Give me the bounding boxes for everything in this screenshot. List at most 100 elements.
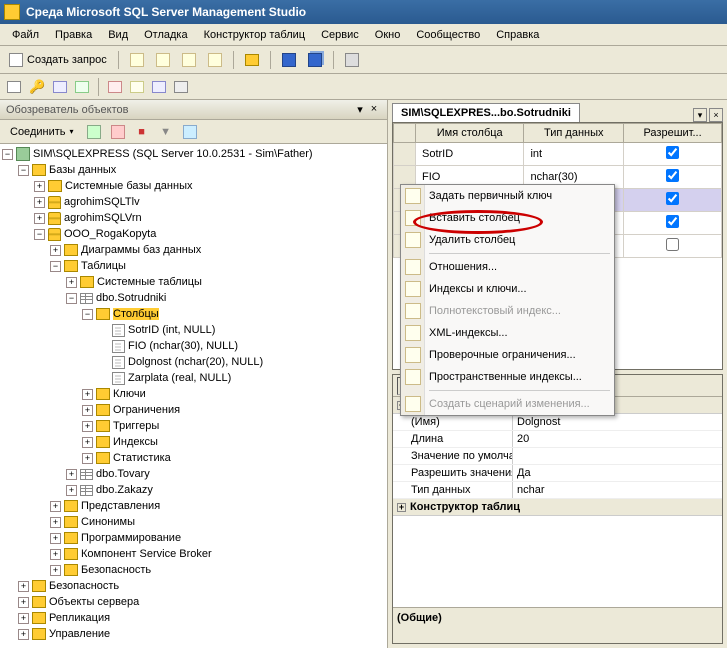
pin-icon[interactable]: ▾ (353, 103, 367, 117)
expand-icon[interactable]: + (18, 581, 29, 592)
activity-button[interactable] (340, 49, 364, 71)
tree-table-tovary[interactable]: +dbo.Tovary (2, 466, 385, 482)
explorer-stop-button[interactable]: ■ (132, 122, 152, 142)
expand-icon[interactable]: + (18, 597, 29, 608)
toolbar-btn-4[interactable] (203, 49, 227, 71)
prop-row[interactable]: Разрешить значения NДа (393, 465, 722, 482)
expand-icon[interactable]: + (50, 245, 61, 256)
col-header-null[interactable]: Разрешит... (624, 124, 722, 143)
expand-icon[interactable]: + (18, 613, 29, 624)
tree-stats[interactable]: +Статистика (2, 450, 385, 466)
document-tab[interactable]: SIM\SQLEXPRES...bo.Sotrudniki (392, 103, 580, 122)
designer-btn-pk[interactable]: 🔑 (26, 77, 48, 97)
tab-close-icon[interactable]: × (709, 108, 723, 122)
expand-icon[interactable]: + (82, 405, 93, 416)
expand-icon[interactable]: + (82, 389, 93, 400)
explorer-refresh-button[interactable] (84, 122, 104, 142)
tree-db[interactable]: +agrohimSQLTlv (2, 194, 385, 210)
collapse-icon[interactable]: − (50, 261, 61, 272)
menu-help[interactable]: Справка (488, 27, 547, 43)
ctx-spatial-indexes[interactable]: Пространственные индексы... (401, 366, 614, 388)
explorer-filter-button[interactable]: ▼ (156, 122, 176, 142)
expand-icon[interactable]: + (34, 213, 45, 224)
prop-value[interactable]: Dolgnost (513, 414, 722, 430)
collapse-icon[interactable]: − (34, 229, 45, 240)
ctx-check-constraints[interactable]: Проверочные ограничения... (401, 344, 614, 366)
designer-btn-1[interactable] (4, 77, 24, 97)
designer-btn-8[interactable] (171, 77, 191, 97)
table-row[interactable]: SotrIDint (394, 143, 722, 166)
tree-server[interactable]: −SIM\SQLEXPRESS (SQL Server 10.0.2531 - … (2, 146, 385, 162)
menu-debug[interactable]: Отладка (136, 27, 195, 43)
explorer-report-button[interactable] (180, 122, 200, 142)
ctx-xml-indexes[interactable]: XML-индексы... (401, 322, 614, 344)
expand-icon[interactable]: + (50, 549, 61, 560)
prop-category-designer[interactable]: +Конструктор таблиц (393, 499, 722, 516)
tree-constraints[interactable]: +Ограничения (2, 402, 385, 418)
prop-value[interactable]: nchar (513, 482, 722, 498)
cell-name[interactable]: SotrID (416, 143, 524, 166)
tree-db[interactable]: +agrohimSQLVrn (2, 210, 385, 226)
new-query-button[interactable]: Создать запрос (4, 49, 112, 71)
tree-broker[interactable]: +Компонент Service Broker (2, 546, 385, 562)
menu-service[interactable]: Сервис (313, 27, 367, 43)
connect-button[interactable]: Соединить (4, 124, 80, 140)
row-header[interactable] (394, 143, 416, 166)
prop-row[interactable]: Тип данныхnchar (393, 482, 722, 499)
designer-btn-6[interactable] (127, 77, 147, 97)
cell-null[interactable] (624, 189, 722, 212)
designer-btn-4[interactable] (72, 77, 92, 97)
expand-icon[interactable]: + (34, 181, 45, 192)
designer-btn-3[interactable] (50, 77, 70, 97)
explorer-disconnect-button[interactable] (108, 122, 128, 142)
tree-keys[interactable]: +Ключи (2, 386, 385, 402)
tree-db-security[interactable]: +Безопасность (2, 562, 385, 578)
expand-icon[interactable]: + (50, 517, 61, 528)
expand-icon[interactable]: + (50, 565, 61, 576)
tree-tables[interactable]: −Таблицы (2, 258, 385, 274)
collapse-icon[interactable]: − (18, 165, 29, 176)
prop-value[interactable]: Да (513, 465, 722, 481)
save-button[interactable] (277, 49, 301, 71)
tree-diagrams[interactable]: +Диаграммы баз данных (2, 242, 385, 258)
tree-synonyms[interactable]: +Синонимы (2, 514, 385, 530)
toolbar-btn-2[interactable] (151, 49, 175, 71)
tree-sysdb[interactable]: +Системные базы данных (2, 178, 385, 194)
expand-icon[interactable]: + (34, 197, 45, 208)
tree-columns[interactable]: −Столбцы (2, 306, 385, 322)
tab-dropdown-icon[interactable]: ▾ (693, 108, 707, 122)
toolbar-btn-3[interactable] (177, 49, 201, 71)
cell-type[interactable]: int (524, 143, 624, 166)
ctx-relations[interactable]: Отношения... (401, 256, 614, 278)
tree-table-zakazy[interactable]: +dbo.Zakazy (2, 482, 385, 498)
prop-value[interactable] (513, 448, 722, 464)
tree-replication[interactable]: +Репликация (2, 610, 385, 626)
collapse-icon[interactable]: − (82, 309, 93, 320)
menu-edit[interactable]: Правка (47, 27, 100, 43)
tree-triggers[interactable]: +Триггеры (2, 418, 385, 434)
expand-icon[interactable]: + (50, 533, 61, 544)
expand-icon[interactable]: + (66, 485, 77, 496)
tree-views[interactable]: +Представления (2, 498, 385, 514)
tree-management[interactable]: +Управление (2, 626, 385, 642)
tree-indexes[interactable]: +Индексы (2, 434, 385, 450)
cell-null[interactable] (624, 235, 722, 258)
tree-security[interactable]: +Безопасность (2, 578, 385, 594)
tree-column[interactable]: Zarplata (real, NULL) (2, 370, 385, 386)
expand-icon[interactable]: + (82, 421, 93, 432)
close-icon[interactable]: × (367, 103, 381, 117)
prop-row[interactable]: Значение по умолчани (393, 448, 722, 465)
prop-row[interactable]: Длина20 (393, 431, 722, 448)
null-checkbox[interactable] (666, 215, 679, 228)
tree-db[interactable]: −OOO_RogaKopyta (2, 226, 385, 242)
tree-systables[interactable]: +Системные таблицы (2, 274, 385, 290)
menu-community[interactable]: Сообщество (408, 27, 488, 43)
menu-window[interactable]: Окно (367, 27, 409, 43)
cell-null[interactable] (624, 212, 722, 235)
tree-table-sotrudniki[interactable]: −dbo.Sotrudniki (2, 290, 385, 306)
prop-row[interactable]: (Имя)Dolgnost (393, 414, 722, 431)
ctx-indexes-keys[interactable]: Индексы и ключи... (401, 278, 614, 300)
toolbar-btn-1[interactable] (125, 49, 149, 71)
col-header-name[interactable]: Имя столбца (416, 124, 524, 143)
menu-designer[interactable]: Конструктор таблиц (196, 27, 313, 43)
